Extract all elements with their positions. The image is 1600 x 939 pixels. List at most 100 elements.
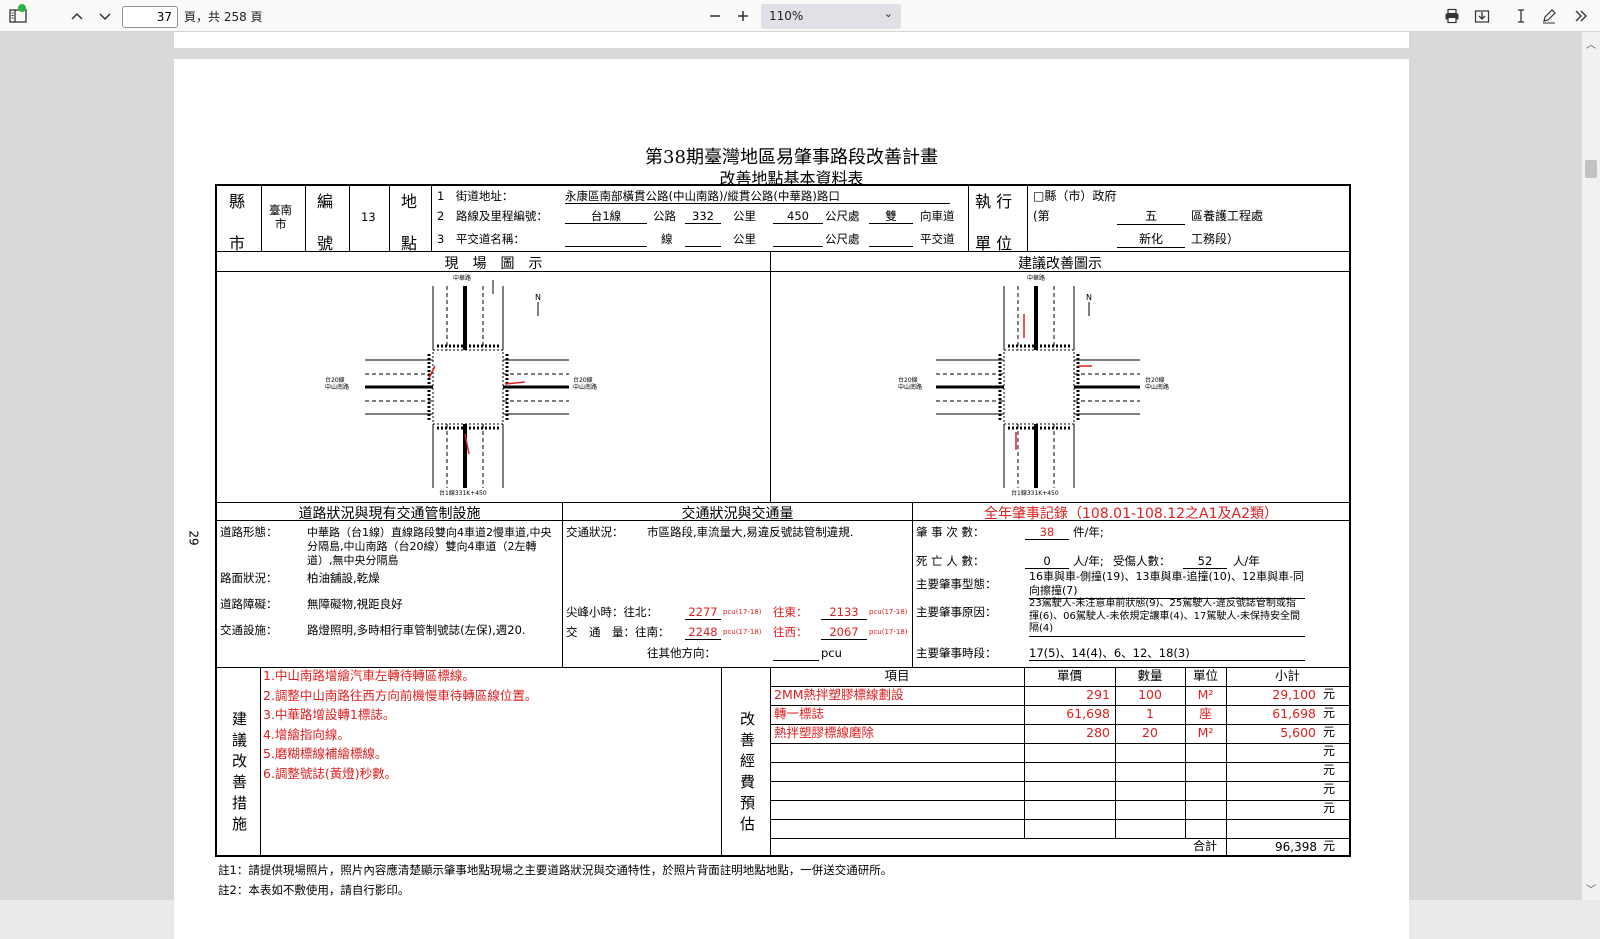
zoom-out-button[interactable]: [702, 0, 728, 32]
volume-unit: pcu(17-18): [869, 608, 908, 616]
north-arrow-label: N: [535, 293, 541, 302]
code-label: 號: [317, 234, 334, 253]
grid-line: [912, 502, 913, 667]
budget-cell: 5,600: [1280, 725, 1316, 740]
code-value: 13: [361, 210, 376, 224]
budget-cell: 座: [1199, 706, 1212, 721]
accident-count-value: 38: [1025, 525, 1069, 541]
grid-line: [1027, 186, 1028, 251]
budget-header: 單位: [1192, 668, 1218, 683]
measure-item: 5.磨糊標線補繪標線。: [263, 746, 388, 761]
km-word: 公里: [733, 209, 756, 223]
address-label: 1 街道地址：: [437, 189, 514, 203]
road-label-right: 中山南路: [573, 384, 598, 391]
unit-line: □縣（市）政府: [1033, 189, 1117, 203]
pen-icon: [1543, 9, 1556, 24]
print-button[interactable]: [1438, 0, 1466, 32]
previous-page: [174, 32, 1409, 48]
north-arrow-label: N: [1086, 293, 1092, 302]
budget-label: 改善經費預估: [738, 711, 756, 837]
scroll-down-icon[interactable]: ﹀: [1586, 881, 1596, 896]
county-value: 臺南: [269, 203, 292, 217]
location-label: 點: [401, 234, 418, 253]
chevron-down-icon: [99, 13, 111, 21]
injury-unit: 人/年: [1233, 554, 1260, 568]
minus-icon: [710, 15, 720, 17]
scroll-up-icon[interactable]: ︿: [1586, 36, 1596, 51]
page-number-input[interactable]: [122, 6, 178, 28]
direction-value: 雙: [869, 209, 913, 225]
budget-cell: 29,100: [1272, 687, 1316, 702]
road-label-left: 中山南路: [898, 384, 923, 391]
measure-item: 2.調整中山南路往西方向前機慢車待轉區線位置。: [263, 687, 538, 703]
draw-button[interactable]: [1536, 0, 1562, 32]
page-total-label: 頁，共 258 頁: [184, 10, 263, 24]
save-button[interactable]: [1468, 0, 1496, 32]
county-label: 縣: [229, 192, 246, 211]
accident-count-unit: 件/年;: [1073, 525, 1104, 539]
budget-header: 小計: [1274, 668, 1300, 683]
next-page-button[interactable]: [92, 0, 118, 32]
unit-label: 執 行: [975, 192, 1013, 211]
proposed-intersection-diagram: N: [936, 286, 1140, 488]
road-section-title: 道路狀況與現有交通管制設施: [298, 506, 481, 522]
measure-item: 3.中華路增設轉1標誌。: [263, 707, 396, 722]
road-label-top: 中華路: [453, 275, 472, 282]
data-table: 縣 市 臺南 市 編 號 13 地 點 1 街道地址： 永康區南部橫貫公路(中山…: [215, 184, 1351, 857]
south-volume: 2248: [685, 625, 721, 641]
download-icon: [1474, 10, 1490, 23]
grid-line: [770, 251, 771, 502]
budget-cell: 20: [1142, 725, 1158, 740]
text-select-button[interactable]: [1508, 0, 1534, 32]
road-label-bottom: 台1線331K+450: [1011, 490, 1059, 497]
zoom-in-button[interactable]: [730, 0, 756, 32]
road-label-left: 中山南路: [325, 384, 350, 391]
volume-unit: pcu(17-18): [723, 628, 762, 636]
road-label-bottom: 台1線331K+450: [439, 490, 487, 497]
document-viewer[interactable]: 第38期臺灣地區易肇事路段改善計畫 改善地點基本資料表 29 縣 市 臺南 市 …: [0, 32, 1582, 939]
budget-header: 數量: [1137, 668, 1163, 683]
grid-line: [562, 502, 563, 667]
zoom-select[interactable]: 110% ⌄: [761, 4, 901, 29]
budget-cell: 280: [1086, 725, 1110, 740]
death-label: 死 亡 人 數：: [916, 554, 985, 568]
county-label: 市: [229, 234, 246, 253]
printer-icon: [1445, 8, 1459, 24]
road-form-label: 道路形態：: [220, 525, 278, 539]
budget-cell: 61,698: [1066, 706, 1110, 721]
location-label: 地: [401, 192, 418, 211]
grid-line: [770, 705, 1349, 706]
budget-cell: 轉一標誌: [774, 706, 825, 721]
route-label: 2 路線及里程編號：: [437, 209, 548, 223]
double-chevron-right-icon: [1575, 10, 1587, 22]
rail-label: 3 平交道名稱：: [437, 232, 525, 246]
road-label-top: 中華路: [1027, 275, 1046, 282]
grid-line: [217, 251, 1349, 252]
traffic-status-label: 交通狀況：: [566, 525, 624, 539]
west-volume: 2067: [821, 625, 867, 641]
previous-page-button[interactable]: [64, 0, 90, 32]
note-2: 註2：本表如不敷使用，請自行影印。: [218, 883, 410, 897]
code-label: 編: [317, 192, 334, 211]
traffic-status-value: 市區路段,車流量大,易違反號誌管制違規.: [647, 525, 854, 539]
unit-label: 單 位: [975, 234, 1013, 253]
accident-time-value: 17(5)、14(4)、6、12、18(3): [1029, 646, 1305, 662]
currency-label: 元: [1323, 801, 1336, 815]
road-surface-label: 路面狀況：: [220, 571, 278, 585]
budget-cell: 100: [1138, 687, 1162, 702]
vertical-scrollbar[interactable]: ︿ ﹀: [1582, 32, 1600, 900]
peak-label: 尖峰小時：往北：: [566, 605, 658, 619]
total-label: 合計: [1193, 839, 1218, 853]
budget-header: 單價: [1056, 668, 1082, 683]
accident-cause-label: 主要肇事原因：: [916, 605, 997, 619]
scrollbar-thumb[interactable]: [1585, 160, 1597, 178]
chevron-up-icon: [71, 12, 83, 20]
road-facility-value: 路燈照明,多時相行車管制號誌(左保),週20.: [307, 623, 526, 637]
accident-section-title: 全年肇事記錄（108.01-108.12之A1及A2類）: [984, 506, 1278, 522]
rail-word: 公尺處: [825, 232, 860, 246]
km-value: 332: [685, 209, 721, 225]
budget-cell: 熱拌塑膠標線磨除: [774, 725, 875, 740]
road-obstacle-value: 無障礙物,視距良好: [307, 597, 403, 611]
other-direction-label: 往其他方向：: [647, 646, 716, 660]
more-tools-button[interactable]: [1568, 0, 1594, 32]
